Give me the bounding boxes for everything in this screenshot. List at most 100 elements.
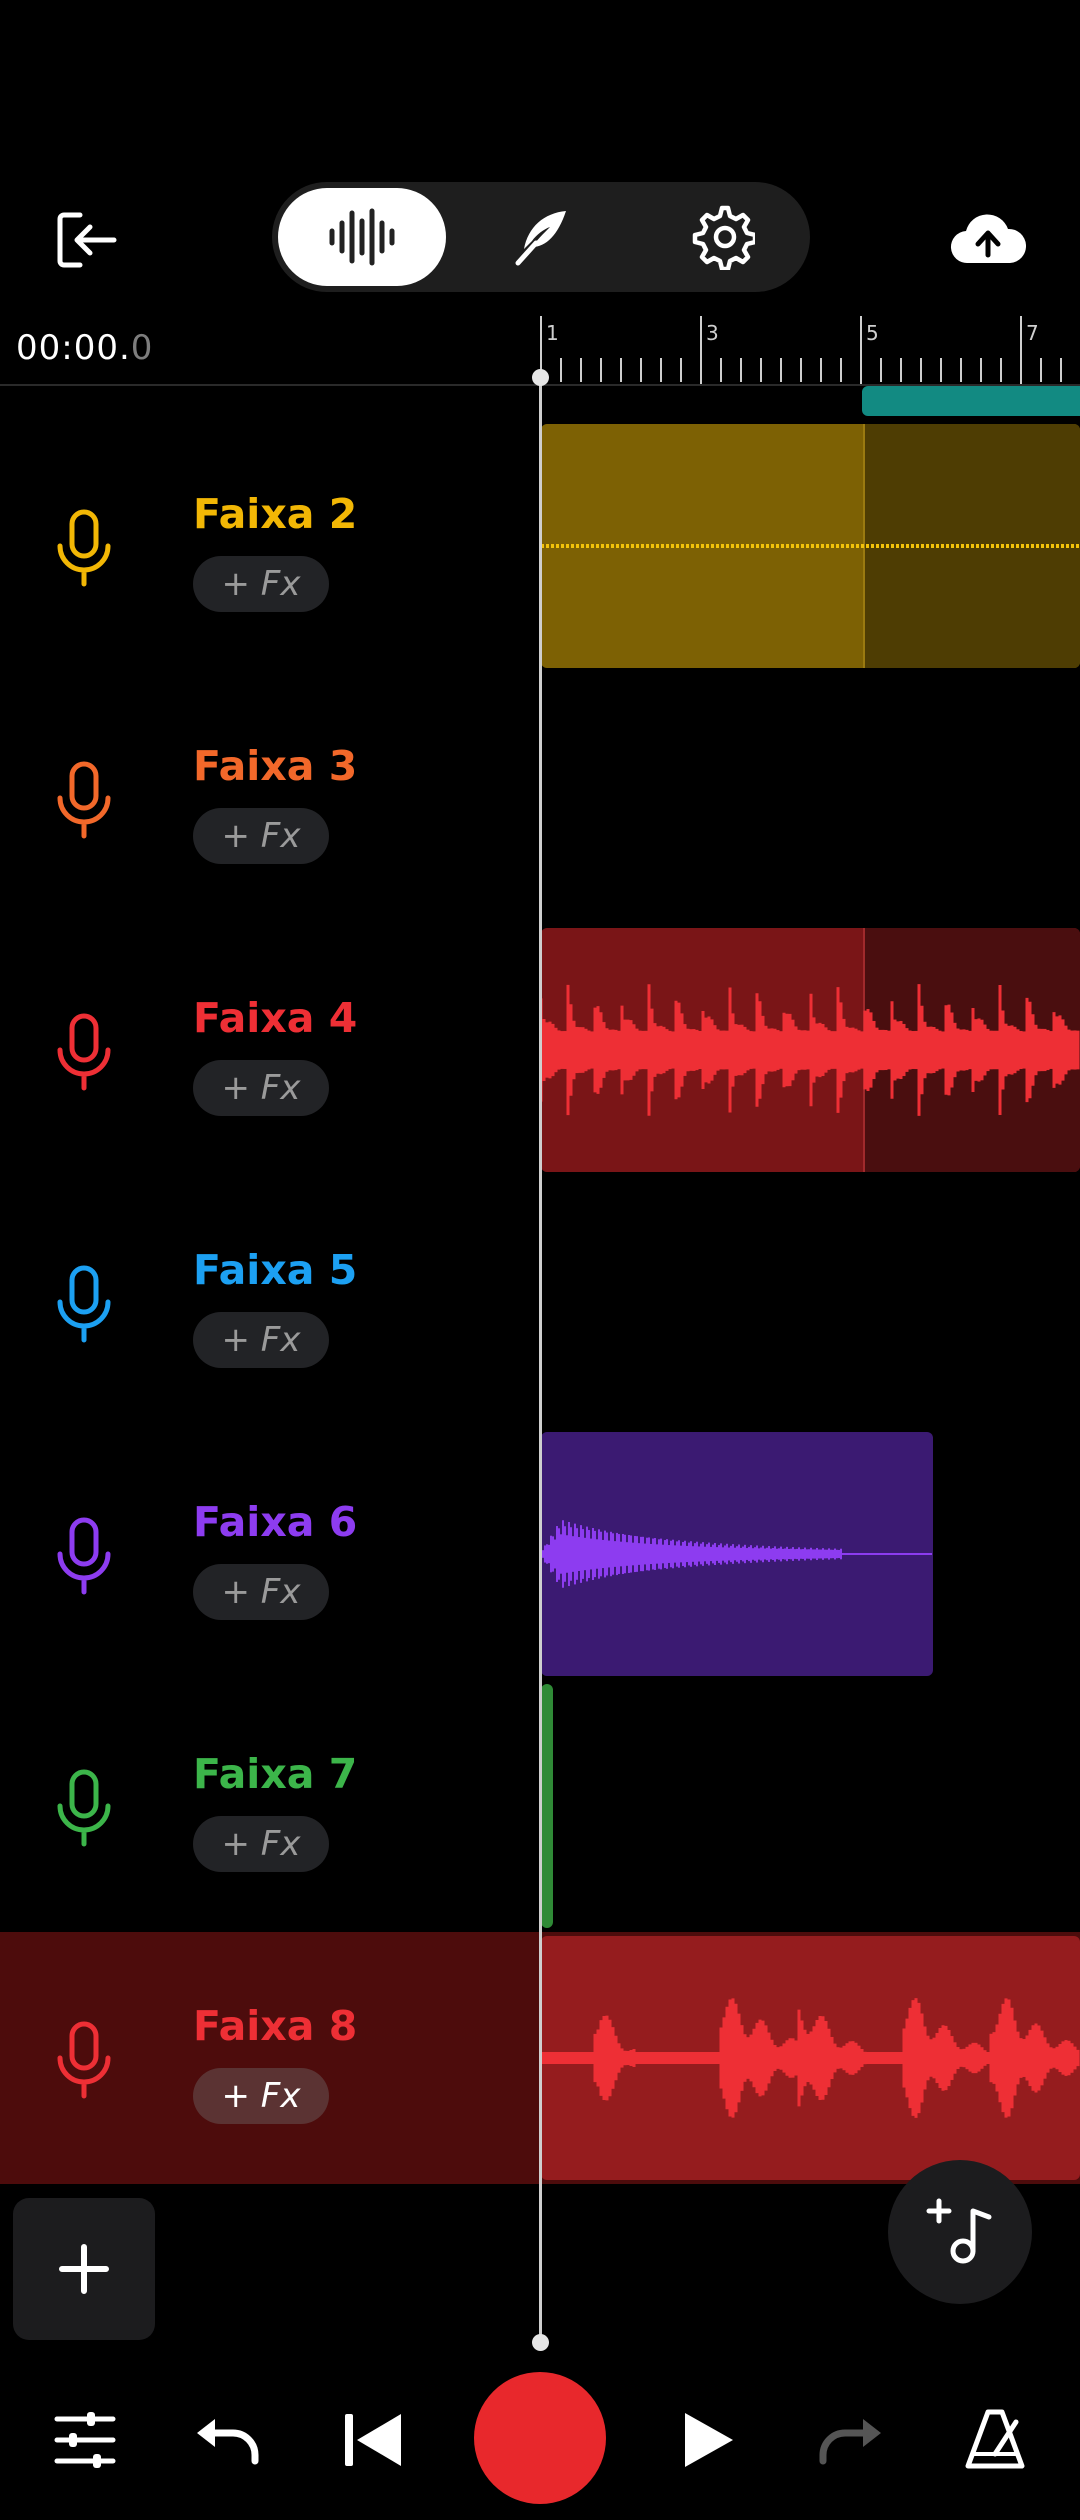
track-name[interactable]: Faixa 8 (193, 2002, 357, 2050)
mode-switch (272, 182, 810, 292)
ruler-bar-label: 1 (546, 321, 559, 345)
ruler-tick (660, 358, 662, 382)
track-mic-button[interactable] (52, 2020, 116, 2100)
audio-clip[interactable] (541, 1936, 1080, 2180)
ruler-tick (1040, 358, 1042, 382)
audio-clip[interactable] (541, 1684, 553, 1928)
track-mic-button[interactable] (52, 760, 116, 840)
ruler-tick (940, 358, 942, 382)
add-fx-button[interactable]: + Fx (193, 1816, 329, 1872)
track-name[interactable]: Faixa 7 (193, 1750, 357, 1798)
mode-waveform-button[interactable] (278, 188, 446, 286)
waveform-shape (541, 1998, 1080, 2118)
mode-quill-button[interactable] (458, 188, 626, 286)
track-mic-button[interactable] (52, 1264, 116, 1344)
track-mic-button[interactable] (52, 1012, 116, 1092)
undo-icon (197, 2419, 259, 2465)
ruler-tick (740, 358, 742, 382)
ruler-bar-label: 7 (1026, 321, 1039, 345)
gear-icon (692, 205, 755, 270)
ruler-tick (820, 358, 822, 382)
clip-waveform (541, 984, 1080, 1116)
ruler-bar-label: 3 (706, 321, 719, 345)
ruler-tick (780, 358, 782, 382)
ruler-tick (680, 358, 682, 382)
track-name[interactable]: Faixa 3 (193, 742, 357, 790)
ruler-tick (580, 358, 582, 382)
waveform-shape (541, 1520, 932, 1588)
ruler-tick (800, 358, 802, 382)
record-icon (476, 2374, 604, 2502)
audio-clip[interactable] (541, 1432, 933, 1676)
microphone-icon (57, 1265, 111, 1343)
ruler-tick (900, 358, 902, 382)
ruler-tick (1000, 358, 1002, 382)
track-name[interactable]: Faixa 4 (193, 994, 357, 1042)
top-bar (0, 0, 1080, 310)
add-instrument-button[interactable] (888, 2160, 1032, 2304)
track-mic-button[interactable] (52, 1516, 116, 1596)
ruler-tick (1060, 358, 1062, 382)
ruler-tick (960, 358, 962, 382)
plus-icon (59, 2244, 109, 2294)
ruler-tick (980, 358, 982, 382)
ruler-tick (840, 358, 842, 382)
playhead-handle-top[interactable] (532, 369, 549, 386)
playhead-handle-bottom[interactable] (532, 2334, 549, 2351)
timeline-ruler[interactable]: 1 3 5 7 (540, 316, 1080, 386)
ruler-tick (860, 316, 862, 384)
cloud-upload-icon (951, 214, 1026, 264)
ruler-bar-label: 5 (866, 321, 879, 345)
play-icon (685, 2413, 733, 2467)
play-button[interactable] (662, 2400, 752, 2480)
add-track-button[interactable] (13, 2198, 155, 2340)
waveform-shape (541, 984, 1080, 1116)
time-main: 00:00. (16, 328, 131, 368)
microphone-icon (57, 1769, 111, 1847)
add-music-note-icon (926, 2198, 992, 2264)
redo-button[interactable] (806, 2400, 896, 2480)
ruler-tick (720, 358, 722, 382)
skip-back-button[interactable] (328, 2400, 418, 2480)
track-mic-button[interactable] (52, 508, 116, 588)
microphone-icon (57, 1013, 111, 1091)
audio-clip[interactable] (541, 928, 1080, 1172)
ruler-tick (760, 358, 762, 382)
ruler-tick (920, 358, 922, 382)
microphone-icon (57, 509, 111, 587)
mixer-button[interactable] (40, 2400, 130, 2480)
time-fraction: 0 (130, 328, 154, 368)
cloud-upload-button[interactable] (948, 205, 1028, 275)
ruler-tick (620, 358, 622, 382)
undo-button[interactable] (182, 2400, 272, 2480)
add-fx-button[interactable]: + Fx (193, 808, 329, 864)
add-fx-button[interactable]: + Fx (193, 1564, 329, 1620)
track-mic-button[interactable] (52, 1768, 116, 1848)
loop-region[interactable] (862, 386, 1080, 416)
record-button[interactable] (474, 2372, 606, 2504)
exit-button[interactable] (50, 205, 120, 275)
ruler-tick (1020, 316, 1022, 384)
add-fx-button[interactable]: + Fx (193, 556, 329, 612)
transport-bar (0, 2360, 1080, 2520)
mode-settings-button[interactable] (638, 188, 806, 286)
metronome-button[interactable] (950, 2400, 1040, 2480)
playhead[interactable] (539, 376, 542, 2344)
sliders-icon (54, 2412, 116, 2468)
ruler-tick (640, 358, 642, 382)
skip-back-icon (345, 2414, 401, 2466)
audio-clip[interactable] (541, 424, 1080, 668)
ruler-tick (600, 358, 602, 382)
quill-icon (515, 211, 566, 266)
add-fx-button[interactable]: + Fx (193, 2068, 329, 2124)
clip-waveform (541, 1998, 1080, 2118)
track-name[interactable]: Faixa 5 (193, 1246, 357, 1294)
ruler-tick (880, 358, 882, 382)
redo-icon (819, 2419, 881, 2465)
exit-icon (57, 212, 117, 268)
track-name[interactable]: Faixa 6 (193, 1498, 357, 1546)
track-name[interactable]: Faixa 2 (193, 490, 357, 538)
clip-waveform (541, 1520, 932, 1588)
add-fx-button[interactable]: + Fx (193, 1312, 329, 1368)
add-fx-button[interactable]: + Fx (193, 1060, 329, 1116)
